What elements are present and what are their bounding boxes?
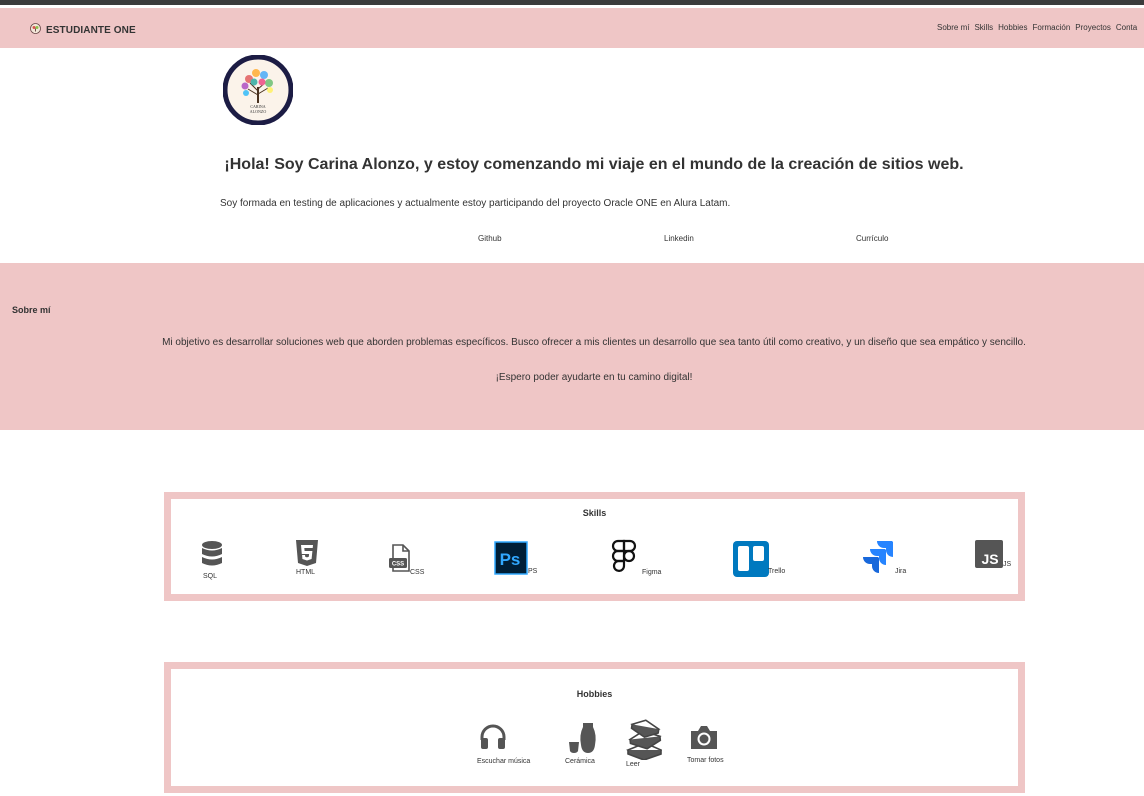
about-paragraph: Mi objetivo es desarrollar soluciones we… <box>162 337 1026 348</box>
linkedin-link[interactable]: Linkedin <box>664 234 694 243</box>
skill-figma: Figma <box>611 539 661 582</box>
hero-description: Soy formada en testing de aplicaciones y… <box>220 198 731 209</box>
nav-link-contacto[interactable]: Conta <box>1116 23 1137 32</box>
skills-title: Skills <box>582 508 607 518</box>
navbar: ESTUDIANTE ONE Sobre mí Skills Hobbies F… <box>0 8 1144 48</box>
figma-icon <box>611 539 637 572</box>
skill-sql: SQL <box>201 540 223 580</box>
brand-logo-icon <box>30 21 41 39</box>
nav-link-formacion[interactable]: Formación <box>1033 23 1071 32</box>
profile-logo: CARINA ALONZO <box>222 54 294 126</box>
hobbies-card: Hobbies Escuchar música Cerámica Leer To… <box>164 662 1025 793</box>
svg-text:CSS: CSS <box>392 562 404 568</box>
window-top-border <box>0 0 1144 5</box>
about-section: Sobre mí Mi objetivo es desarrollar solu… <box>0 263 1144 430</box>
books-icon <box>626 719 662 760</box>
photoshop-icon: Ps <box>494 541 528 575</box>
nav-link-proyectos[interactable]: Proyectos <box>1075 23 1111 32</box>
nav-link-skills[interactable]: Skills <box>974 23 993 32</box>
skill-jira: Jira <box>858 541 906 582</box>
hobbies-title: Hobbies <box>576 689 613 699</box>
skill-html: HTML <box>295 539 319 576</box>
skills-card: Skills SQL HTML CSS CSS Ps PS Figma Trel… <box>164 492 1025 601</box>
github-link[interactable]: Github <box>478 234 502 243</box>
trello-icon <box>733 541 769 577</box>
css-file-icon: CSS <box>389 544 410 572</box>
about-heading: Sobre mí <box>12 305 51 315</box>
nav-link-sobre-mi[interactable]: Sobre mí <box>937 23 969 32</box>
headphones-icon <box>480 724 506 749</box>
nav-link-hobbies[interactable]: Hobbies <box>998 23 1027 32</box>
brand-name: ESTUDIANTE ONE <box>46 24 136 36</box>
pottery-icon <box>569 723 596 753</box>
nav-menu: Sobre mí Skills Hobbies Formación Proyec… <box>937 23 1137 32</box>
database-icon <box>202 541 222 566</box>
skill-javascript: JS JS <box>975 540 1011 573</box>
javascript-icon: JS <box>975 540 1003 568</box>
about-closing: ¡Espero poder ayudarte en tu camino digi… <box>495 372 693 383</box>
skill-css: CSS CSS <box>388 544 424 577</box>
html5-icon <box>296 540 318 566</box>
curriculo-link[interactable]: Currículo <box>856 234 888 243</box>
hero-title: ¡Hola! Soy Carina Alonzo, y estoy comenz… <box>224 156 964 173</box>
svg-text:JS: JS <box>981 551 998 567</box>
jira-icon <box>863 541 893 573</box>
svg-text:Ps: Ps <box>500 550 521 569</box>
skill-trello: Trello <box>733 541 785 582</box>
brand[interactable]: ESTUDIANTE ONE <box>30 21 136 39</box>
svg-text:ALONZO: ALONZO <box>250 109 267 114</box>
camera-icon <box>691 726 717 749</box>
skill-photoshop: Ps PS <box>494 541 537 580</box>
